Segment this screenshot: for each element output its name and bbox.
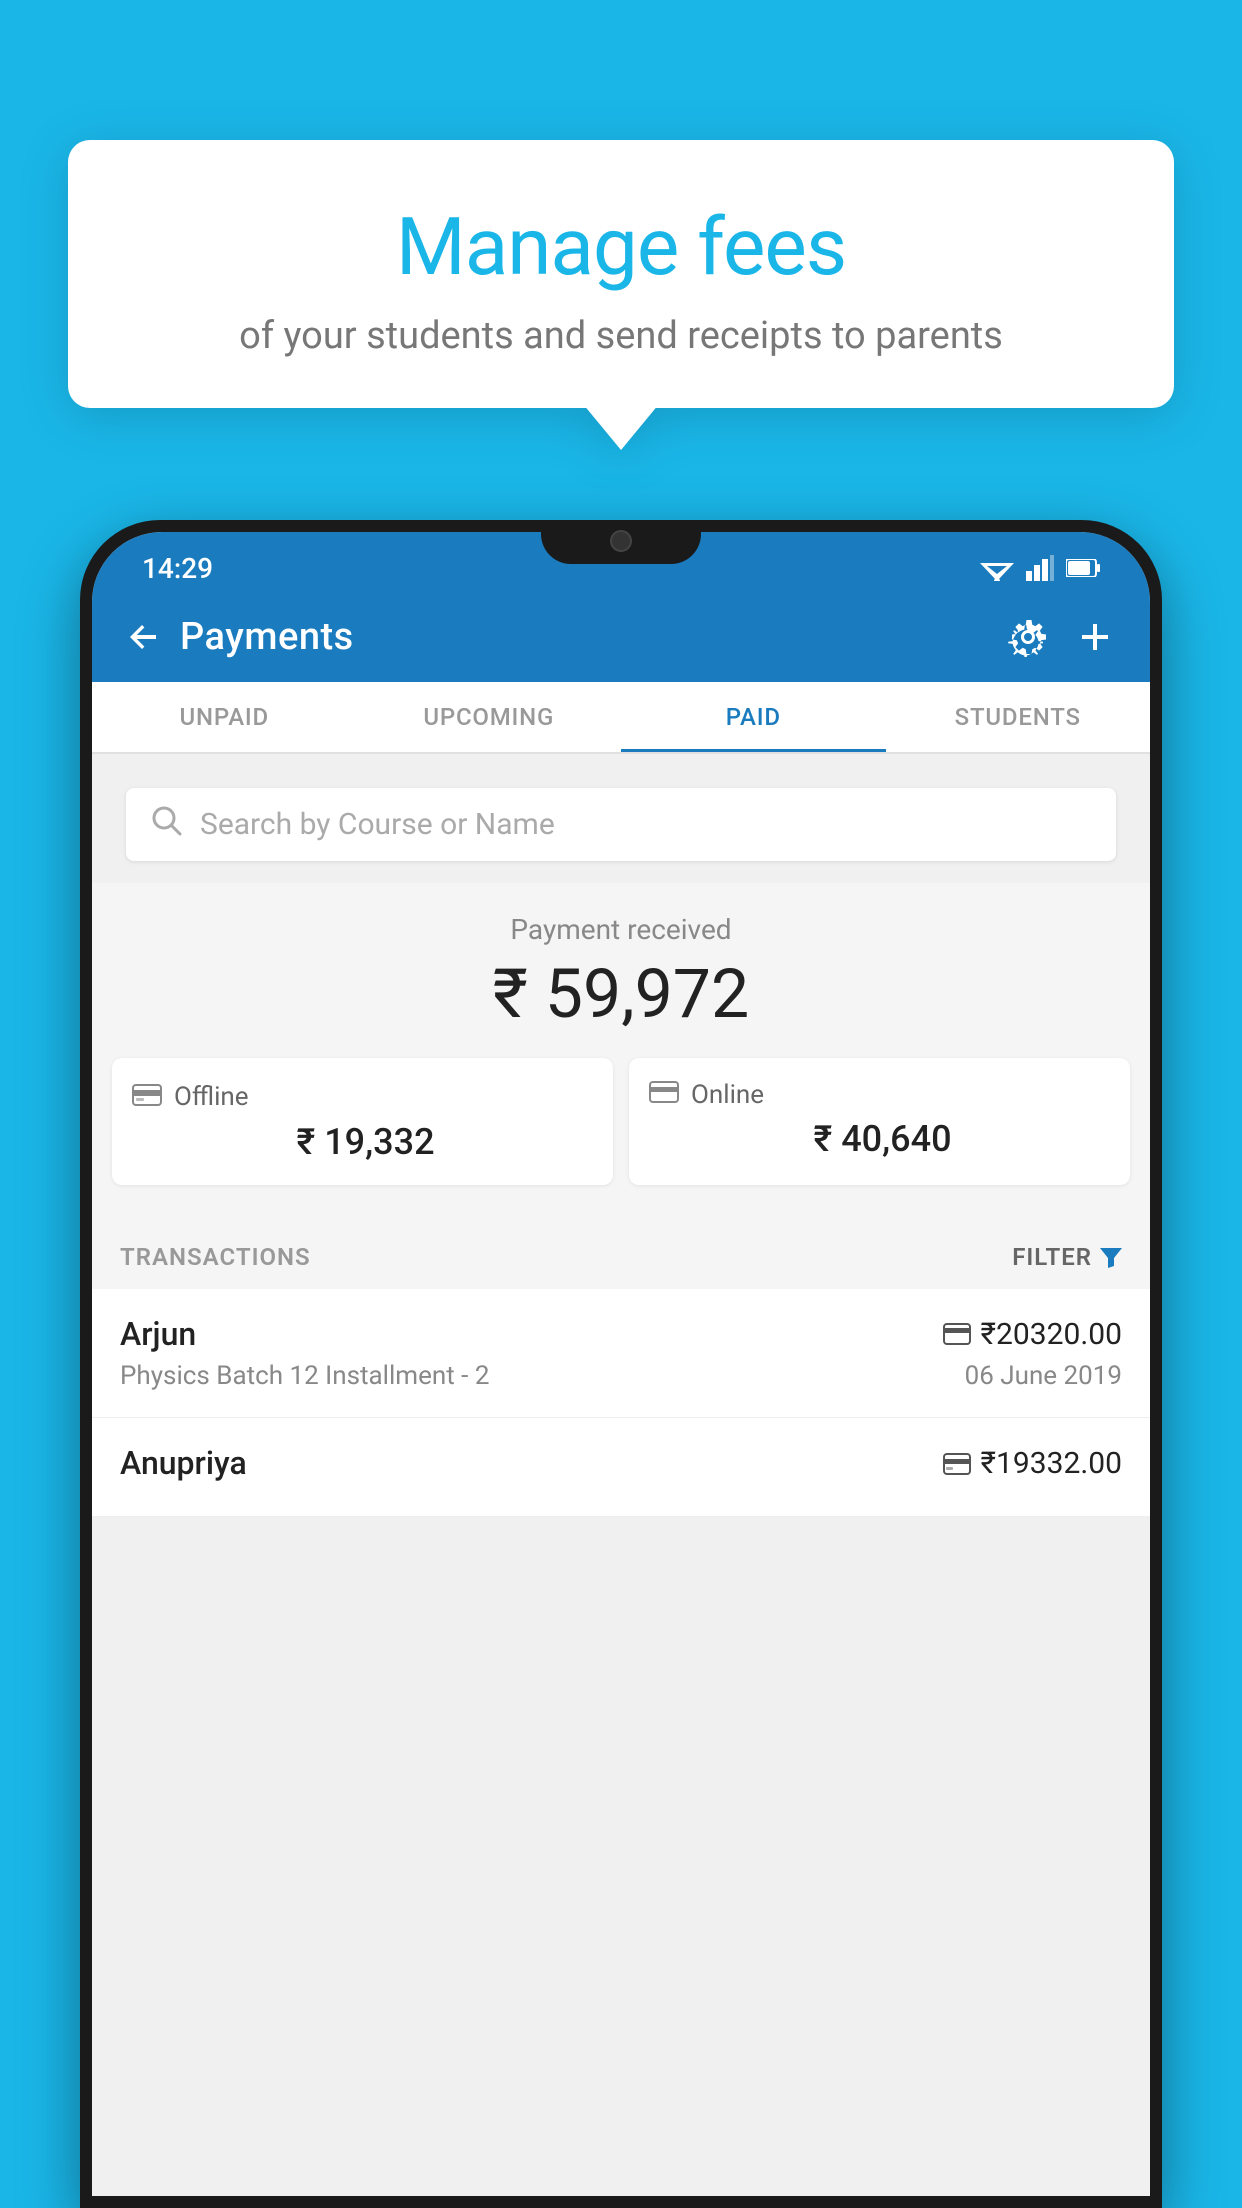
tabs: UNPAID UPCOMING PAID STUDENTS — [92, 682, 1150, 754]
tab-students[interactable]: STUDENTS — [886, 682, 1151, 752]
app-bar-icons — [1008, 617, 1114, 657]
payment-total-amount: ₹ 59,972 — [92, 954, 1150, 1034]
phone-frame: 14:29 — [80, 520, 1162, 2208]
back-button[interactable] — [128, 621, 160, 653]
add-icon[interactable] — [1076, 618, 1114, 656]
transaction-item[interactable]: Anupriya ₹19332.00 — [92, 1418, 1150, 1517]
payment-cards: Offline ₹ 19,332 — [92, 1058, 1150, 1205]
transactions-header: TRANSACTIONS FILTER — [92, 1225, 1150, 1289]
phone-screen: 14:29 — [92, 532, 1150, 2196]
offline-icon — [132, 1080, 162, 1113]
tab-unpaid[interactable]: UNPAID — [92, 682, 357, 752]
search-icon — [150, 804, 182, 845]
offline-payment-card: Offline ₹ 19,332 — [112, 1058, 613, 1185]
tab-paid[interactable]: PAID — [621, 682, 886, 752]
search-placeholder: Search by Course or Name — [200, 807, 555, 842]
tooltip-subtitle: of your students and send receipts to pa… — [118, 314, 1124, 358]
offline-payment-icon — [943, 1451, 971, 1475]
online-payment-card: Online ₹ 40,640 — [629, 1058, 1130, 1185]
phone-notch — [541, 520, 701, 564]
offline-amount: ₹ 19,332 — [132, 1121, 593, 1163]
status-icons — [980, 555, 1100, 581]
signal-icon — [1026, 555, 1054, 581]
transactions-label: TRANSACTIONS — [120, 1243, 311, 1271]
app-bar: Payments — [92, 592, 1150, 682]
tooltip-card: Manage fees of your students and send re… — [68, 140, 1174, 408]
gear-icon[interactable] — [1008, 617, 1048, 657]
status-time: 14:29 — [142, 552, 213, 585]
tooltip-title: Manage fees — [118, 200, 1124, 294]
transaction-name: Anupriya — [120, 1444, 247, 1482]
payment-received-label: Payment received — [92, 913, 1150, 946]
transaction-course: Physics Batch 12 Installment - 2 — [120, 1361, 489, 1391]
battery-icon — [1066, 559, 1100, 577]
transaction-date: 06 June 2019 — [965, 1361, 1122, 1391]
transaction-amount: ₹19332.00 — [943, 1446, 1122, 1481]
online-icon — [649, 1080, 679, 1110]
wifi-icon — [980, 555, 1014, 581]
filter-icon — [1100, 1246, 1122, 1268]
filter-button[interactable]: FILTER — [1012, 1243, 1122, 1271]
app-bar-title: Payments — [180, 615, 988, 659]
online-payment-icon — [943, 1323, 971, 1345]
transaction-amount: ₹20320.00 — [943, 1317, 1122, 1352]
tab-upcoming[interactable]: UPCOMING — [357, 682, 622, 752]
online-amount: ₹ 40,640 — [649, 1118, 1110, 1160]
transaction-item[interactable]: Arjun ₹20320.00 Physics Batch 12 Install… — [92, 1289, 1150, 1418]
payment-summary: Payment received ₹ 59,972 — [92, 883, 1150, 1225]
camera — [610, 530, 632, 552]
search-bar[interactable]: Search by Course or Name — [126, 788, 1116, 861]
transaction-name: Arjun — [120, 1315, 196, 1353]
